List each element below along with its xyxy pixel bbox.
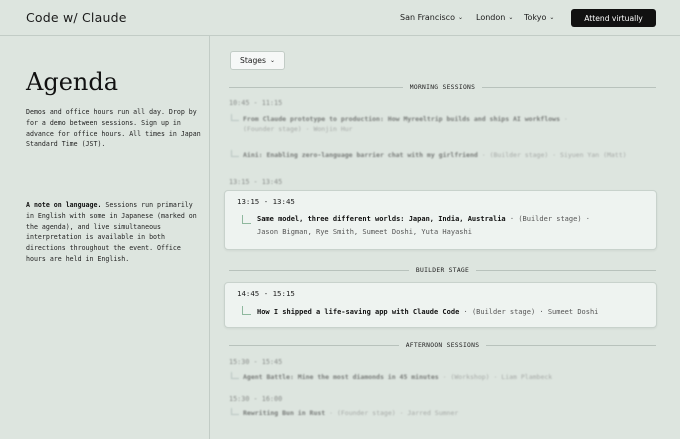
session-stage: (Builder stage) [471,308,536,316]
session-stage: (Builder stage) · [518,215,590,223]
language-note: A note on language. Sessions run primari… [26,200,202,265]
session-title: Same model, three different worlds: Japa… [257,215,506,223]
site-logo[interactable]: Code w/ Claude [26,10,127,25]
session-item[interactable]: From Claude prototype to production: How… [231,114,568,134]
branch-icon [231,150,239,157]
session-time: 14:45 - 15:15 [237,289,295,298]
city-dropdown-tokyo[interactable]: Tokyo ⌄ [524,13,554,22]
chevron-down-icon: ⌄ [457,14,463,21]
section-label: BUILDER STAGE [415,266,470,274]
session-card[interactable]: 14:45 - 15:15 How I shipped a life-savin… [224,282,657,328]
section-label: AFTERNOON SESSIONS [405,341,480,349]
branch-icon [231,372,239,379]
session-meta: (Builder stage) · Siyuen Yan (Matt) [489,151,627,159]
session-speakers: Sumeet Doshi [547,308,599,316]
session-title: Aini: Enabling zero-language barrier cha… [243,151,478,159]
stages-filter-button[interactable]: Stages ⌄ [230,51,285,70]
time-slot: 15:30 - 15:45 [229,358,283,366]
session-meta: (Workshop) · Liam Plambeck [450,373,553,381]
city-dropdown-london[interactable]: London ⌄ [476,13,513,22]
top-header: Code w/ Claude San Francisco ⌄ London ⌄ To… [0,0,680,36]
intro-text: Demos and office hours run all day. Drop… [26,108,201,149]
time-slot: 13:15 - 13:45 [229,178,283,186]
attend-virtually-button[interactable]: Attend virtually [571,9,656,27]
city-label: London [476,13,506,22]
session-title: From Claude prototype to production: How… [243,115,560,123]
time-slot: 10:45 - 11:15 [229,99,283,107]
chevron-down-icon: ⌄ [549,14,555,21]
session-title: Agent Battle: Mine the most diamonds in … [243,373,439,381]
section-divider-morning: MORNING SESSIONS [229,82,656,92]
branch-icon [231,114,239,121]
section-divider-builder: BUILDER STAGE [229,265,656,275]
section-label: MORNING SESSIONS [409,83,476,91]
branch-icon [231,408,239,415]
branch-icon [242,306,251,315]
section-divider-afternoon: AFTERNOON SESSIONS [229,340,657,350]
page-title: Agenda [26,68,119,96]
session-meta: (Founder stage) · Wonjin Hur [243,125,353,133]
branch-icon [242,215,251,224]
city-label: San Francisco [400,13,455,22]
session-details: How I shipped a life-saving app with Cla… [257,308,599,316]
city-dropdown-san-francisco[interactable]: San Francisco ⌄ [400,13,463,22]
time-slot: 15:30 - 16:00 [229,395,283,403]
session-time: 13:15 - 13:45 [237,197,295,206]
chevron-down-icon: ⌄ [508,14,514,21]
stages-filter-label: Stages [240,56,266,65]
session-speakers: Jason Bigman, Rye Smith, Sumeet Doshi, Y… [257,228,472,236]
session-item[interactable]: Agent Battle: Mine the most diamonds in … [231,372,552,382]
language-note-label: A note on language. [26,201,102,209]
session-card[interactable]: 13:15 - 13:45 Same model, three differen… [224,190,657,250]
session-title: How I shipped a life-saving app with Cla… [257,308,460,316]
session-meta: (Founder stage) · Jarred Sumner [336,409,459,417]
chevron-down-icon: ⌄ [269,57,275,64]
session-item[interactable]: Aini: Enabling zero-language barrier cha… [231,150,627,160]
session-details: Same model, three different worlds: Japa… [257,215,590,236]
city-label: Tokyo [524,13,547,22]
language-note-text: Sessions run primarily in English with s… [26,201,197,263]
session-item[interactable]: Rewriting Bun in Rust · (Founder stage) … [231,408,458,418]
session-title: Rewriting Bun in Rust [243,409,326,417]
